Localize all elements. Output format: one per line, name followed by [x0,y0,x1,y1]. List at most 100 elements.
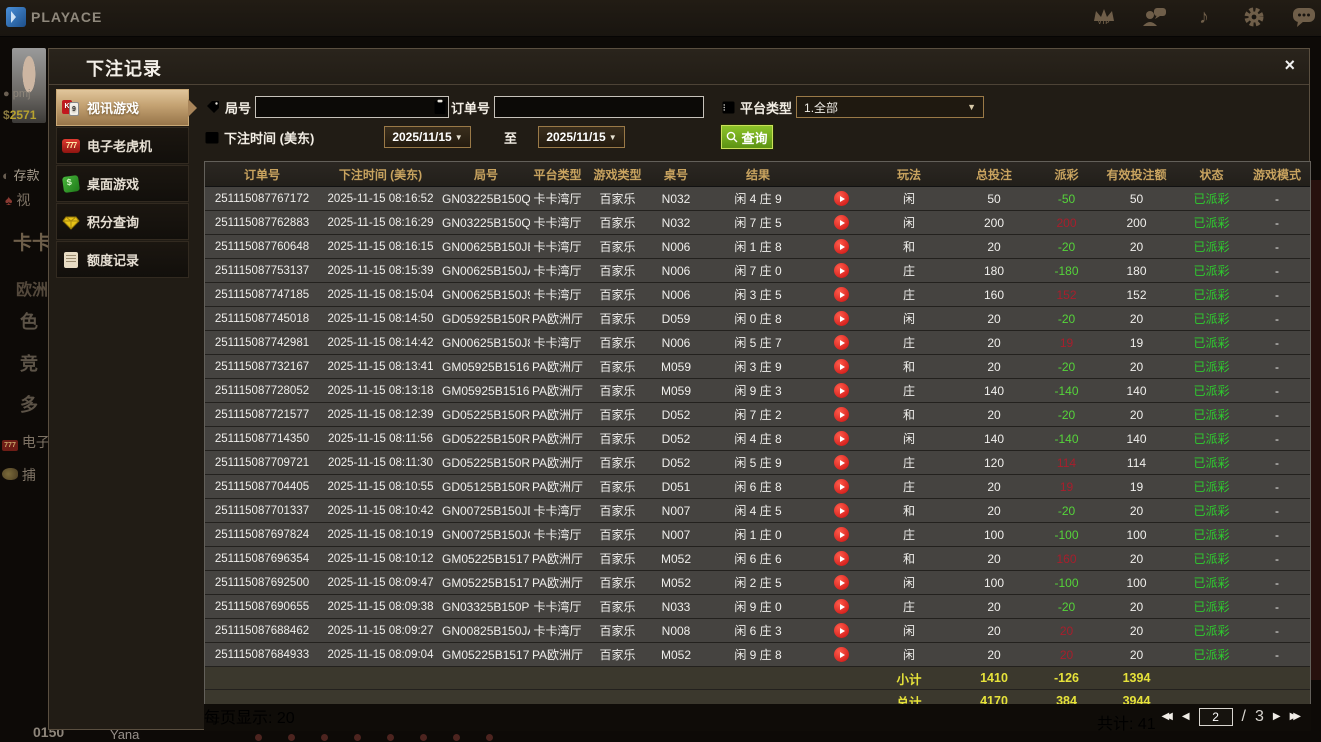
cell-game-mode: - [1275,647,1279,662]
cell-game-type: 百家乐 [599,264,636,278]
cell-platform: 卡卡湾厅 [533,504,582,518]
replay-play-icon[interactable] [834,335,849,351]
cell-valid-bet: 200 [1126,215,1147,230]
cell-payout: -20 [1057,239,1076,254]
cell-game-type: 百家乐 [599,192,636,206]
sidebar-item-slots[interactable]: 777 电子老虎机 [56,127,189,164]
cell-table-no: N032 [661,215,691,230]
cell-result: 闲 7 庄 2 [734,408,782,422]
replay-play-icon[interactable] [834,431,849,447]
cell-game-type: 百家乐 [599,240,636,254]
cell-replay [814,623,869,639]
cell-game-type: 百家乐 [599,600,636,614]
cell-valid-bet: 20 [1129,647,1144,662]
replay-play-icon[interactable] [834,311,849,327]
bg-hall-jing: 竞 [20,354,38,374]
cell-round-no: GN03225B150Q5 [442,191,530,206]
platform-type-select[interactable]: 1.全部 ▼ [796,96,985,118]
chat-icon[interactable] [1291,3,1317,31]
next-page-button[interactable]: ▶ [1273,708,1281,726]
bg-video-tab: ♠ 视 [5,192,31,208]
cell-order-no: 251115087701337 [214,504,310,517]
sidebar-item-live-games[interactable]: K9 视讯游戏 [56,89,197,126]
dialog-content: 局号 订单号 平台类型 1.全部 ▼ 下注时间 (美东) 2025/11/15 … [204,84,1311,733]
replay-play-icon[interactable] [834,407,849,423]
cell-payout: -100 [1054,527,1079,542]
cell-order-no: 251115087714350 [214,432,310,445]
cell-play-type: 闲 [902,624,915,638]
sidebar-item-quota-records[interactable]: 额度记录 [56,241,189,278]
table-row: 251115087688462 2025-11-15 08:09:27 GN00… [205,619,1310,643]
cell-table-no: N032 [661,191,691,206]
last-page-button[interactable]: ▶▶ [1290,708,1302,726]
cell-platform: 卡卡湾厅 [533,216,582,230]
subtotal-payout: -126 [1053,671,1080,685]
cell-game-mode: - [1275,215,1279,230]
cell-replay [814,527,869,543]
replay-play-icon[interactable] [834,215,849,231]
cell-valid-bet: 20 [1129,623,1144,638]
replay-play-icon[interactable] [834,479,849,495]
cell-bet-time: 2025-11-15 08:14:50 [327,312,434,325]
cell-game-mode: - [1275,383,1279,398]
cell-game-mode: - [1275,239,1279,254]
cell-round-no: GN00825B150JA [442,623,530,638]
replay-play-icon[interactable] [834,239,849,255]
cell-order-no: 251115087709721 [214,456,310,469]
table-row: 251115087696354 2025-11-15 08:10:12 GM05… [205,547,1310,571]
cell-valid-bet: 140 [1126,383,1147,398]
first-page-button[interactable]: ◀◀ [1161,708,1173,726]
cell-valid-bet: 50 [1129,191,1144,206]
cell-round-no: GN00625B150JB [442,239,530,254]
sidebar-item-table-games[interactable]: 桌面游戏 [56,165,189,202]
replay-play-icon[interactable] [834,359,849,375]
order-no-input[interactable] [494,96,705,118]
cell-replay [814,479,869,495]
replay-play-icon[interactable] [834,455,849,471]
replay-play-icon[interactable] [834,383,849,399]
order-no-label: 订单号 [451,100,491,116]
cell-game-type: 百家乐 [599,456,636,470]
date-from-picker[interactable]: 2025/11/15 ▼ [384,126,471,148]
cell-table-no: N006 [661,263,691,278]
replay-play-icon[interactable] [834,599,849,615]
replay-play-icon[interactable] [834,503,849,519]
username-label: ● pmj [3,88,31,100]
subtotal-row: 小计 1410 -126 1394 [205,667,1310,690]
replay-play-icon[interactable] [834,287,849,303]
cell-round-no: GM05925B1516R [442,359,530,374]
replay-play-icon[interactable] [834,263,849,279]
replay-play-icon[interactable] [834,575,849,591]
cell-valid-bet: 100 [1126,527,1147,542]
cell-game-type: 百家乐 [599,312,636,326]
cell-total-bet: 20 [987,647,1001,662]
cell-table-no: N008 [661,623,691,638]
cell-play-type: 和 [902,360,915,374]
replay-play-icon[interactable] [834,551,849,567]
column-header: 结果 [745,167,770,182]
table-row: 251115087762883 2025-11-15 08:16:29 GN03… [205,211,1310,235]
cell-order-no: 251115087762883 [214,216,310,229]
page-number-input[interactable]: 2 [1198,708,1233,726]
vip-icon[interactable]: VIP [1091,3,1117,31]
sidebar-item-points[interactable]: 积分查询 [56,203,189,240]
cell-result: 闲 7 庄 5 [734,216,782,230]
replay-play-icon[interactable] [834,191,849,207]
round-no-input[interactable] [255,96,450,118]
prev-page-button[interactable]: ◀ [1182,708,1190,726]
cell-replay [814,263,869,279]
replay-play-icon[interactable] [834,647,849,663]
support-icon[interactable] [1141,3,1167,31]
cell-replay [814,431,869,447]
date-to-picker[interactable]: 2025/11/15 ▼ [538,126,625,148]
cell-game-type: 百家乐 [599,216,636,230]
search-button[interactable]: 查询 [721,125,773,149]
music-icon[interactable]: ♪ [1191,3,1217,31]
replay-play-icon[interactable] [834,623,849,639]
replay-play-icon[interactable] [834,527,849,543]
column-header: 总投注 [975,167,1012,182]
close-icon[interactable]: × [1284,56,1295,74]
cell-total-bet: 20 [987,551,1001,566]
table-row: 251115087732167 2025-11-15 08:13:41 GM05… [205,355,1310,379]
settings-gear-icon[interactable] [1241,3,1267,31]
